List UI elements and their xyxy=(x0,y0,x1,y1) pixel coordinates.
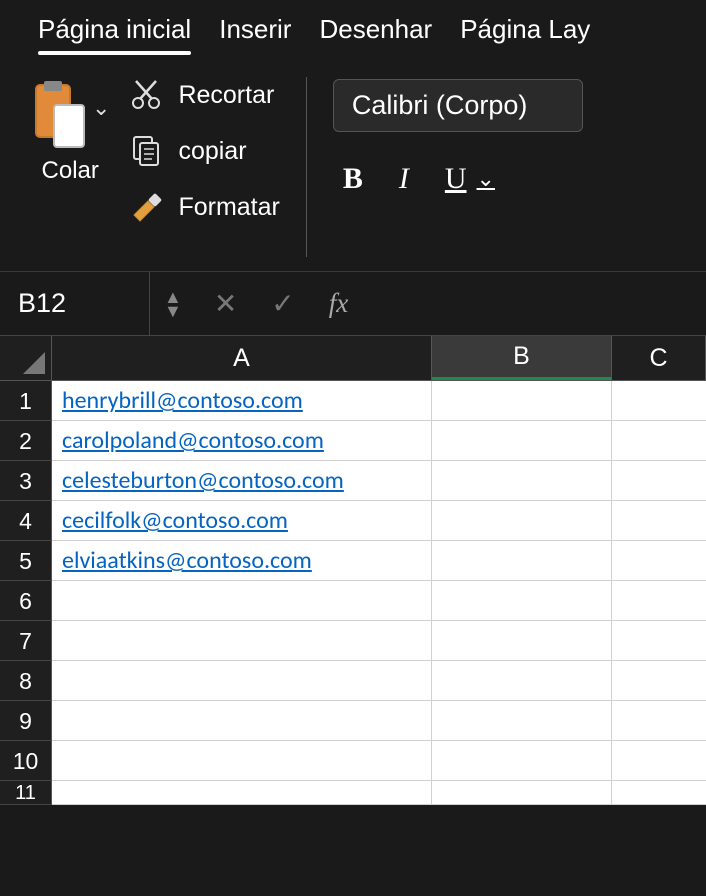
row-header[interactable]: 2 xyxy=(0,421,52,461)
cell[interactable] xyxy=(612,621,706,661)
cell[interactable] xyxy=(52,781,432,805)
tab-insert[interactable]: Inserir xyxy=(219,14,291,55)
row-header[interactable]: 1 xyxy=(0,381,52,421)
cell[interactable] xyxy=(612,781,706,805)
underline-label: U xyxy=(445,162,467,196)
cell[interactable] xyxy=(432,741,612,781)
cell[interactable] xyxy=(52,701,432,741)
column-header-B[interactable]: B xyxy=(432,336,612,380)
row-header[interactable]: 11 xyxy=(0,781,52,805)
cell[interactable] xyxy=(432,501,612,541)
grid-row: 6 xyxy=(0,581,706,621)
confirm-icon[interactable]: ✓ xyxy=(271,287,294,320)
scissors-icon xyxy=(128,77,164,113)
italic-button[interactable]: I xyxy=(399,162,409,196)
grid-row: 5elviaatkins@contoso.com xyxy=(0,541,706,581)
font-name-select[interactable]: Calibri (Corpo) xyxy=(333,79,583,132)
row-header[interactable]: 9 xyxy=(0,701,52,741)
copy-label: copiar xyxy=(178,137,246,166)
ribbon-divider xyxy=(306,77,307,257)
cell[interactable] xyxy=(612,741,706,781)
font-group: Calibri (Corpo) B I U ⌄ xyxy=(333,73,706,196)
grid-row: 4cecilfolk@contoso.com xyxy=(0,501,706,541)
chevron-down-icon[interactable]: ⌄ xyxy=(92,95,110,121)
cell[interactable] xyxy=(52,581,432,621)
row-header[interactable]: 3 xyxy=(0,461,52,501)
cell[interactable] xyxy=(612,701,706,741)
grid-row: 1henrybrill@contoso.com xyxy=(0,381,706,421)
cell[interactable] xyxy=(432,461,612,501)
cell[interactable]: celesteburton@contoso.com xyxy=(52,461,432,501)
format-painter-button[interactable]: Formatar xyxy=(128,189,279,225)
cell[interactable] xyxy=(432,661,612,701)
tab-draw[interactable]: Desenhar xyxy=(319,14,432,55)
cell[interactable]: henrybrill@contoso.com xyxy=(52,381,432,421)
grid-row: 10 xyxy=(0,741,706,781)
cell[interactable] xyxy=(612,541,706,581)
cell[interactable] xyxy=(432,621,612,661)
cell[interactable] xyxy=(432,581,612,621)
copy-button[interactable]: copiar xyxy=(128,133,279,169)
select-all-corner[interactable] xyxy=(0,336,52,380)
cell[interactable] xyxy=(432,781,612,805)
fx-label[interactable]: fx xyxy=(329,288,349,319)
paste-label: Colar xyxy=(42,157,99,185)
caret-down-icon[interactable]: ▼ xyxy=(164,304,182,318)
underline-button[interactable]: U ⌄ xyxy=(445,162,495,196)
cell[interactable] xyxy=(52,741,432,781)
clipboard-actions: Recortar copiar Formatar xyxy=(128,73,279,225)
tab-page-layout[interactable]: Página Lay xyxy=(460,14,590,55)
column-header-A[interactable]: A xyxy=(52,336,432,380)
row-header[interactable]: 7 xyxy=(0,621,52,661)
cell[interactable] xyxy=(612,661,706,701)
paintbrush-icon xyxy=(128,189,164,225)
column-header-C[interactable]: C xyxy=(612,336,706,380)
copy-icon xyxy=(128,133,164,169)
cell[interactable] xyxy=(612,461,706,501)
cancel-icon[interactable]: ✕ xyxy=(214,287,237,320)
row-header[interactable]: 4 xyxy=(0,501,52,541)
row-header[interactable]: 6 xyxy=(0,581,52,621)
grid-row: 3celesteburton@contoso.com xyxy=(0,461,706,501)
column-headers: A B C xyxy=(0,336,706,381)
spreadsheet-grid: A B C 1henrybrill@contoso.com2carolpolan… xyxy=(0,336,706,805)
cell[interactable] xyxy=(432,701,612,741)
cell[interactable]: carolpoland@contoso.com xyxy=(52,421,432,461)
format-label: Formatar xyxy=(178,193,279,222)
row-header[interactable]: 10 xyxy=(0,741,52,781)
cell[interactable]: cecilfolk@contoso.com xyxy=(52,501,432,541)
cell[interactable] xyxy=(432,541,612,581)
clipboard-icon xyxy=(30,79,88,151)
row-header[interactable]: 5 xyxy=(0,541,52,581)
grid-row: 9 xyxy=(0,701,706,741)
ribbon-tabs: Página inicial Inserir Desenhar Página L… xyxy=(0,0,706,55)
bold-button[interactable]: B xyxy=(343,162,363,196)
cut-label: Recortar xyxy=(178,81,274,110)
cell[interactable] xyxy=(432,421,612,461)
grid-row: 7 xyxy=(0,621,706,661)
cell[interactable] xyxy=(612,581,706,621)
grid-row: 8 xyxy=(0,661,706,701)
tab-home[interactable]: Página inicial xyxy=(38,14,191,55)
grid-row: 11 xyxy=(0,781,706,805)
cell[interactable] xyxy=(612,421,706,461)
chevron-down-icon[interactable]: ⌄ xyxy=(477,166,495,192)
cell[interactable] xyxy=(52,621,432,661)
ribbon: ⌄ Colar Recortar xyxy=(0,55,706,272)
name-box[interactable]: B12 xyxy=(0,272,150,335)
cell[interactable] xyxy=(612,381,706,421)
cell[interactable]: elviaatkins@contoso.com xyxy=(52,541,432,581)
cut-button[interactable]: Recortar xyxy=(128,77,279,113)
cell[interactable] xyxy=(52,661,432,701)
formula-bar: B12 ▲ ▼ ✕ ✓ fx xyxy=(0,272,706,336)
cell[interactable] xyxy=(432,381,612,421)
cell[interactable] xyxy=(612,501,706,541)
namebox-stepper[interactable]: ▲ ▼ xyxy=(150,290,196,318)
row-header[interactable]: 8 xyxy=(0,661,52,701)
paste-button[interactable]: ⌄ Colar xyxy=(20,73,120,185)
grid-row: 2carolpoland@contoso.com xyxy=(0,421,706,461)
